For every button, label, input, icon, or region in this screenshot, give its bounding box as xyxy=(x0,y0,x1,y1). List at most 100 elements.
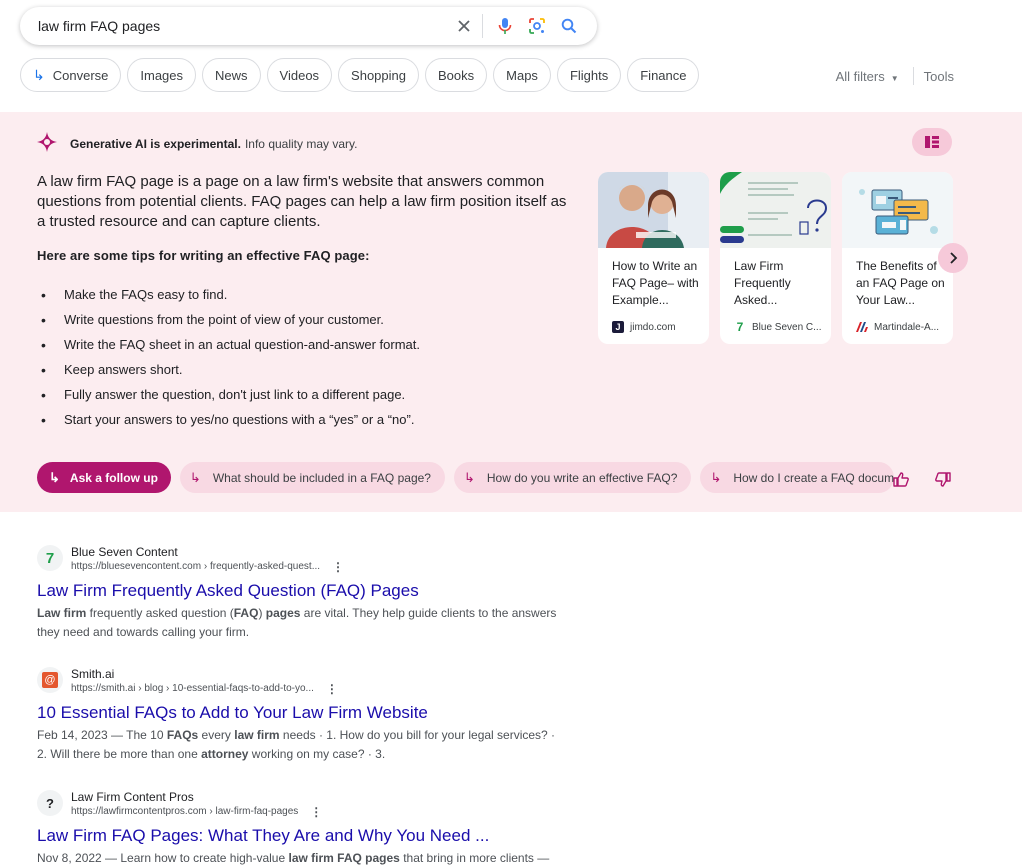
list-item: Write questions from the point of view o… xyxy=(37,307,420,332)
chip-maps[interactable]: Maps xyxy=(493,58,551,92)
more-options-icon[interactable]: ⋮ xyxy=(326,682,338,696)
card-source: Martindale-A... xyxy=(856,321,939,333)
divider xyxy=(482,14,483,38)
list-item: Keep answers short. xyxy=(37,357,420,382)
result-url[interactable]: https://smith.ai › blog › 10-essential-f… xyxy=(71,682,338,696)
thumbs-down-icon[interactable] xyxy=(930,467,956,491)
snippet-segment: Nov 8, 2022 — Learn how to create high-v… xyxy=(37,851,289,865)
chip-flights[interactable]: Flights xyxy=(556,58,622,92)
snippet-segment: Feb 14, 2023 — The 10 xyxy=(37,728,167,742)
list-item: Write the FAQ sheet in an actual questio… xyxy=(37,332,420,357)
result-site-name[interactable]: Smith.ai xyxy=(71,666,338,682)
list-item: Start your answers to yes/no questions w… xyxy=(37,407,420,432)
snippet-segment: attorney xyxy=(201,747,249,761)
source-cards: How to Write an FAQ Page– with Example..… xyxy=(598,172,953,344)
layout-icon xyxy=(925,136,939,148)
filters-bar: All filters ▼ Tools xyxy=(836,67,954,85)
layout-toggle-button[interactable] xyxy=(912,128,952,156)
clear-icon[interactable] xyxy=(448,10,480,42)
chevron-right-icon xyxy=(950,252,958,264)
chip-videos[interactable]: Videos xyxy=(266,58,333,92)
source-card[interactable]: The Benefits of an FAQ Page on Your Law.… xyxy=(842,172,953,344)
jimdo-favicon-icon: J xyxy=(612,321,624,333)
feedback-buttons xyxy=(888,467,956,491)
card-source: 7 Blue Seven C... xyxy=(734,320,822,334)
result-url[interactable]: https://bluesevencontent.com › frequentl… xyxy=(71,560,344,574)
converse-arrow-icon: ↳ xyxy=(33,66,45,83)
all-filters-button[interactable]: All filters ▼ xyxy=(836,69,899,84)
followup-chips: ↳ Ask a follow up ↳ What should be include… xyxy=(37,462,895,493)
followup-suggestion[interactable]: ↳ How do you write an effective FAQ? xyxy=(453,462,692,493)
result-header: @ Smith.ai https://smith.ai › blog › 10-… xyxy=(37,666,557,696)
search-input[interactable]: law firm FAQ pages xyxy=(38,18,448,34)
card-source: J jimdo.com xyxy=(612,321,676,333)
followup-arrow-icon: ↳ xyxy=(49,469,60,485)
snippet-segment: law firm xyxy=(234,728,280,742)
chip-images[interactable]: Images xyxy=(127,58,197,92)
caret-down-icon: ▼ xyxy=(890,73,899,83)
source-card[interactable]: How to Write an FAQ Page– with Example..… xyxy=(598,172,709,344)
microphone-icon[interactable] xyxy=(489,10,521,42)
result-snippet: Feb 14, 2023 — The 10 FAQs every law fir… xyxy=(37,726,557,764)
card-thumbnail xyxy=(720,172,831,248)
search-result: ? Law Firm Content Pros https://lawfirmc… xyxy=(37,789,557,866)
more-options-icon[interactable]: ⋮ xyxy=(310,805,322,819)
result-title-link[interactable]: Law Firm Frequently Asked Question (FAQ)… xyxy=(37,580,557,602)
chip-books[interactable]: Books xyxy=(425,58,488,92)
martindale-favicon-icon xyxy=(856,321,868,333)
search-tabs: ↳ Converse Images News Videos Shopping Bo… xyxy=(20,58,700,92)
result-url[interactable]: https://lawfirmcontentpros.com › law-fir… xyxy=(71,805,322,819)
card-thumbnail xyxy=(842,172,953,248)
followup-arrow-icon: ↳ xyxy=(189,469,201,485)
result-title-link[interactable]: 10 Essential FAQs to Add to Your Law Fir… xyxy=(37,702,557,724)
list-item: Fully answer the question, don't just li… xyxy=(37,382,420,407)
result-header: ? Law Firm Content Pros https://lawfirmc… xyxy=(37,789,557,819)
tools-button[interactable]: Tools xyxy=(924,69,954,84)
search-icon[interactable] xyxy=(553,10,585,42)
snippet-segment: law firm FAQ pages xyxy=(288,851,400,865)
blue-seven-favicon-icon: 7 xyxy=(736,320,744,334)
followup-arrow-icon: ↳ xyxy=(710,469,722,485)
blue-seven-favicon-icon: 7 xyxy=(37,545,63,571)
snippet-segment: FAQ xyxy=(233,606,259,620)
result-title-link[interactable]: Law Firm FAQ Pages: What They Are and Wh… xyxy=(37,825,557,847)
chip-shopping[interactable]: Shopping xyxy=(338,58,419,92)
carousel-next-button[interactable] xyxy=(938,243,968,273)
ai-overview-panel: Generative AI is experimental. Info qual… xyxy=(0,112,1022,512)
source-card[interactable]: Law Firm Frequently Asked... 7 Blue Seve… xyxy=(720,172,831,344)
ask-follow-up-button[interactable]: ↳ Ask a follow up xyxy=(37,462,171,493)
ai-tips-title: Here are some tips for writing an effect… xyxy=(37,248,370,263)
result-header: 7 Blue Seven Content https://bluesevenco… xyxy=(37,544,557,574)
result-site-name[interactable]: Blue Seven Content xyxy=(71,544,344,560)
card-title: Law Firm Frequently Asked... xyxy=(734,259,791,307)
snippet-segment: working on my case? · 3. xyxy=(248,747,386,761)
law-firm-content-pros-favicon-icon: ? xyxy=(37,790,63,816)
more-options-icon[interactable]: ⋮ xyxy=(332,560,344,574)
chip-converse[interactable]: ↳ Converse xyxy=(20,58,122,92)
ai-summary: A law firm FAQ page is a page on a law f… xyxy=(37,173,567,230)
followup-arrow-icon: ↳ xyxy=(463,469,475,485)
result-site-name[interactable]: Law Firm Content Pros xyxy=(71,789,322,805)
smith-ai-favicon-icon: @ xyxy=(37,667,63,693)
ai-sparkle-icon xyxy=(37,132,57,155)
followup-suggestion[interactable]: ↳How do I create a FAQ document? xyxy=(700,462,895,493)
card-title: How to Write an FAQ Page– with Example..… xyxy=(612,259,699,307)
snippet-segment: pages xyxy=(265,606,301,620)
snippet-segment: Law firm xyxy=(37,606,87,620)
ai-header: Generative AI is experimental. Info qual… xyxy=(37,132,357,155)
followup-suggestion[interactable]: ↳ What should be included in a FAQ page? xyxy=(179,462,445,493)
search-bar[interactable]: law firm FAQ pages xyxy=(20,7,597,45)
snippet-segment: every xyxy=(198,728,235,742)
snippet-segment: that bring in more clients — xyxy=(399,851,550,865)
chip-news[interactable]: News xyxy=(202,58,261,92)
thumbs-up-icon[interactable] xyxy=(888,467,914,491)
lens-icon[interactable] xyxy=(521,10,553,42)
snippet-segment: FAQs xyxy=(166,728,199,742)
search-result: @ Smith.ai https://smith.ai › blog › 10-… xyxy=(37,666,557,764)
ai-tips-list: Make the FAQs easy to find. Write questi… xyxy=(37,282,420,432)
snippet-segment: frequently asked question ( xyxy=(86,606,234,620)
list-item: Make the FAQs easy to find. xyxy=(37,282,420,307)
search-result: 7 Blue Seven Content https://bluesevenco… xyxy=(37,544,557,642)
chip-finance[interactable]: Finance xyxy=(627,58,700,92)
divider xyxy=(912,67,914,85)
